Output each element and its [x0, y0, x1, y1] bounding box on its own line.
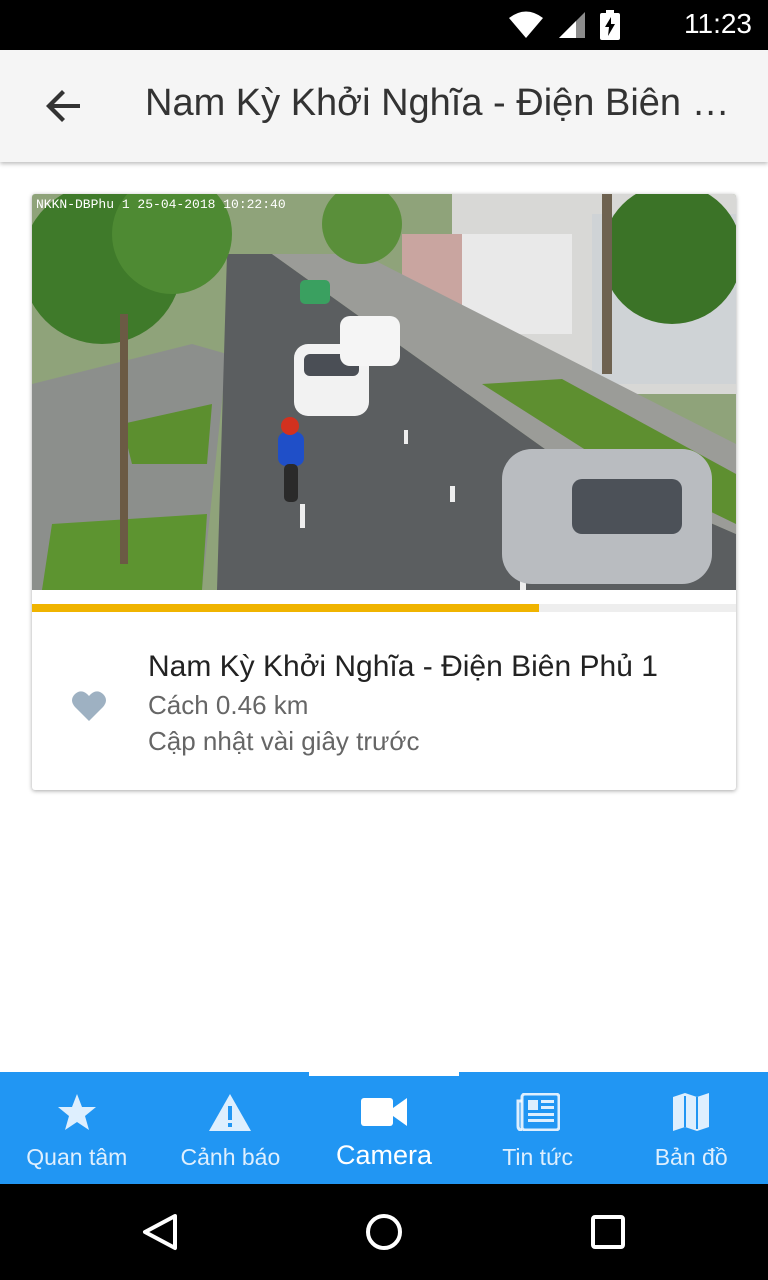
nav-item-canh-bao[interactable]: Cảnh báo — [154, 1072, 308, 1184]
system-home-button[interactable] — [360, 1208, 408, 1256]
bottom-navigation: Quan tâm Cảnh báo Camera Tin tức Bản đồ — [0, 1072, 768, 1184]
nav-label: Bản đồ — [654, 1144, 728, 1170]
nav-label: Camera — [335, 1140, 432, 1170]
nav-label: Tin tức — [502, 1144, 573, 1170]
page-title: Nam Kỳ Khởi Nghĩa - Điện Biên Phủ 1 — [145, 82, 750, 124]
camera-updated-time: Cập nhật vài giây trước — [148, 726, 420, 756]
main-content: NKKN-DBPhu 1 25-04-2018 10:22:40 Nam Kỳ … — [0, 162, 768, 1072]
back-button[interactable] — [28, 74, 100, 138]
signal-icon — [559, 12, 585, 38]
recents-square-icon — [591, 1215, 625, 1249]
app-bar: Nam Kỳ Khởi Nghĩa - Điện Biên Phủ 1 — [0, 50, 768, 162]
nav-item-tin-tuc[interactable]: Tin tức — [461, 1072, 615, 1184]
refresh-progress-fill — [32, 604, 539, 612]
nav-label: Cảnh báo — [180, 1144, 281, 1170]
system-back-button[interactable] — [136, 1208, 184, 1256]
traffic-camera-image: NKKN-DBPhu 1 25-04-2018 10:22:40 — [32, 194, 736, 590]
back-triangle-icon — [143, 1214, 177, 1250]
status-icons — [508, 10, 620, 40]
star-icon — [57, 1094, 96, 1130]
camera-snapshot[interactable]: NKKN-DBPhu 1 25-04-2018 10:22:40 — [32, 194, 736, 590]
camera-title: Nam Kỳ Khởi Nghĩa - Điện Biên Phủ 1 — [148, 650, 658, 683]
status-time: 11:23 — [684, 8, 752, 39]
system-navigation-bar — [0, 1184, 768, 1280]
nav-item-ban-do[interactable]: Bản đồ — [614, 1072, 768, 1184]
home-circle-icon — [366, 1214, 402, 1250]
warning-icon — [209, 1094, 252, 1131]
system-recents-button[interactable] — [584, 1208, 632, 1256]
camera-card[interactable]: NKKN-DBPhu 1 25-04-2018 10:22:40 Nam Kỳ … — [32, 194, 736, 790]
nav-label: Quan tâm — [26, 1144, 128, 1170]
news-icon — [516, 1093, 560, 1131]
status-bar: 11:23 — [0, 0, 768, 50]
camera-overlay-text: NKKN-DBPhu 1 25-04-2018 10:22:40 — [36, 197, 286, 212]
wifi-icon — [509, 11, 543, 38]
heart-icon — [72, 691, 106, 721]
battery-charging-icon — [600, 10, 620, 40]
refresh-progress-bar — [32, 604, 736, 612]
videocam-icon — [360, 1098, 407, 1126]
camera-distance: Cách 0.46 km — [148, 690, 309, 720]
map-icon — [673, 1093, 710, 1131]
nav-item-camera[interactable]: Camera — [307, 1072, 461, 1184]
nav-item-quan-tam[interactable]: Quan tâm — [0, 1072, 154, 1184]
favorite-button[interactable] — [72, 690, 118, 732]
arrow-back-icon — [46, 90, 80, 122]
